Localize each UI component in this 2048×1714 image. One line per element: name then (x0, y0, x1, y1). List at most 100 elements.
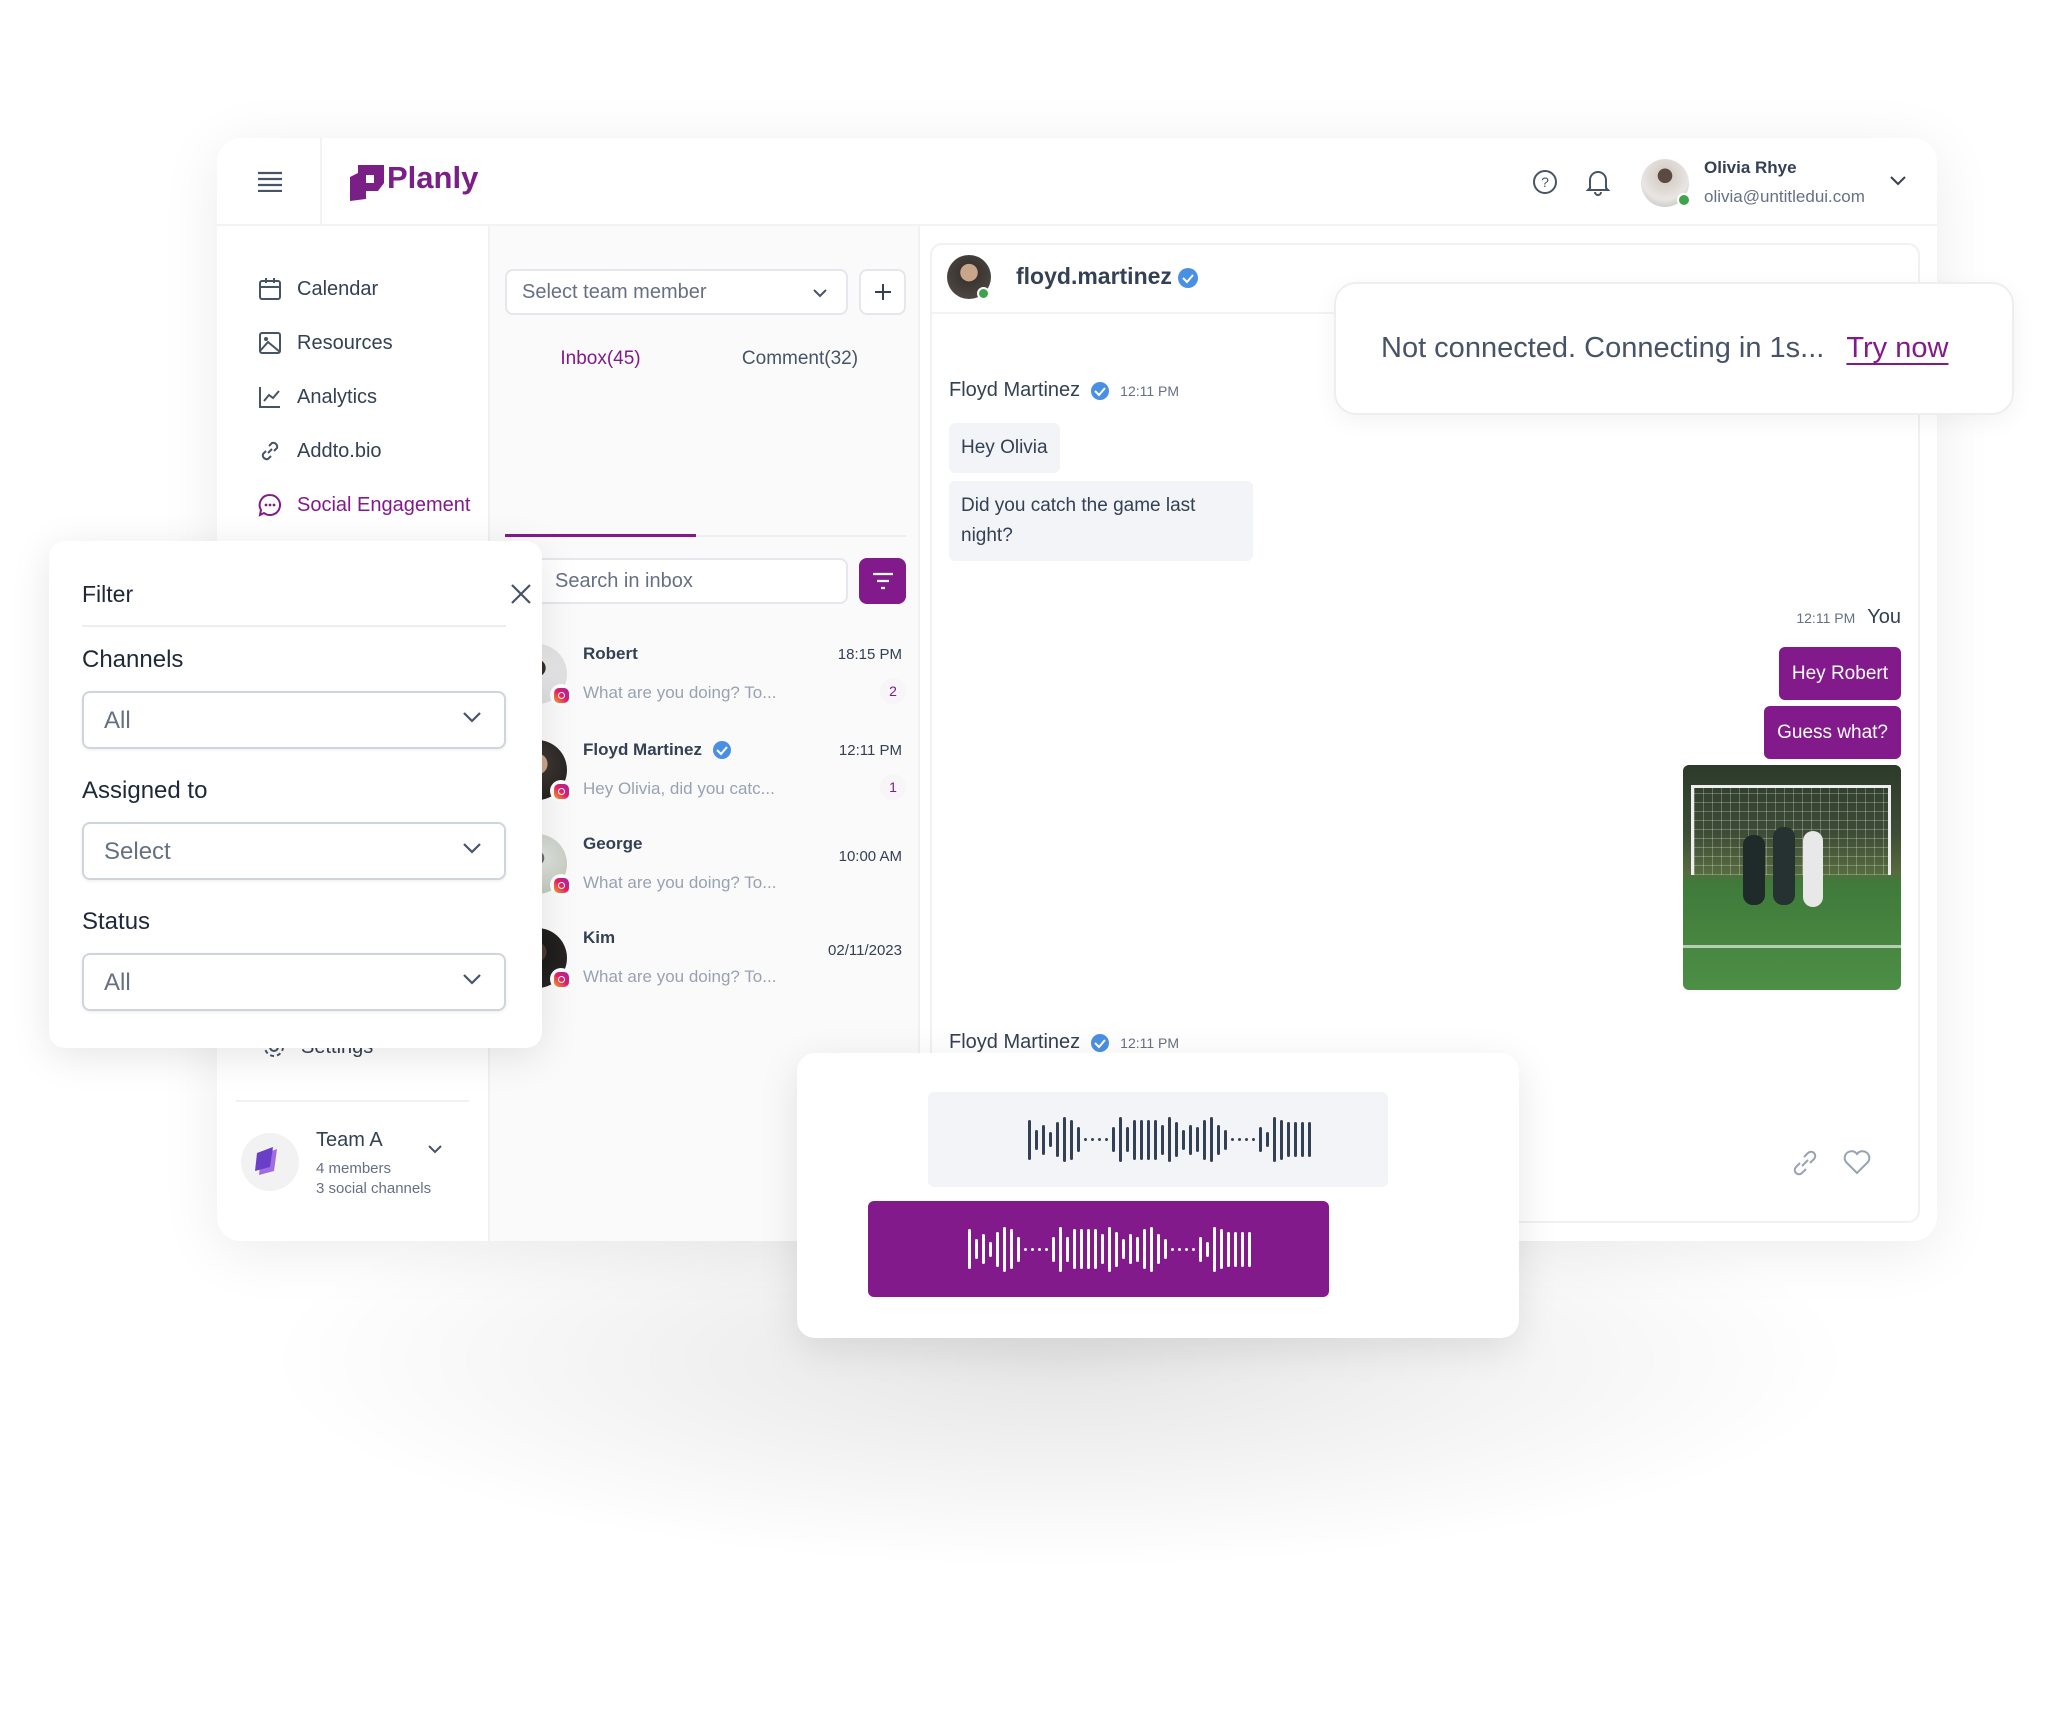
filter-button[interactable] (859, 558, 906, 604)
team-logo-icon (255, 1147, 277, 1175)
conversation-item[interactable]: George What are you doing? To... 10:00 A… (490, 834, 920, 916)
team-channels: 3 social channels (316, 1180, 432, 1197)
waveform-bar (1108, 1226, 1111, 1272)
chevron-down-icon (463, 974, 481, 985)
waveform-bar (1294, 1122, 1297, 1157)
instagram-icon (550, 968, 572, 990)
player (1743, 835, 1765, 905)
unread-badge: 2 (880, 678, 906, 704)
sidebar-item-resources[interactable]: Resources (257, 330, 393, 356)
sidebar-item-addto-bio[interactable]: Addto.bio (257, 438, 382, 464)
waveform-bar (1147, 1119, 1150, 1160)
toast-text: Not connected. Connecting in 1s... (1381, 332, 1825, 364)
sidebar-item-social-engagement[interactable]: Social Engagement (257, 492, 470, 518)
waveform-bar (1185, 1247, 1188, 1251)
waveform-bar (1087, 1229, 1090, 1269)
search-input[interactable]: Search in inbox (505, 558, 848, 604)
sidebar-item-label: Calendar (297, 277, 379, 300)
waveform-bar (1238, 1138, 1241, 1141)
waveform-bar (1178, 1247, 1181, 1251)
logo-text[interactable]: Planly (387, 160, 478, 196)
try-now-link[interactable]: Try now (1846, 332, 1948, 364)
waveform-bar (1042, 1124, 1045, 1155)
sidebar-item-analytics[interactable]: Analytics (257, 384, 377, 410)
sidebar-item-calendar[interactable]: Calendar (257, 276, 378, 302)
waveform-bar (1077, 1127, 1080, 1152)
status-select[interactable]: All (82, 953, 506, 1011)
bell-icon[interactable] (1585, 168, 1611, 196)
user-email: olivia@untitledui.com (1704, 187, 1865, 206)
sidebar-item-label: Resources (297, 331, 393, 354)
waveform-bar (1024, 1247, 1027, 1251)
chevron-down-icon[interactable] (1889, 175, 1907, 187)
channels-select[interactable]: All (82, 691, 506, 749)
waveform (1028, 1092, 1311, 1187)
connection-toast: Not connected. Connecting in 1s... Try n… (1334, 282, 2014, 415)
add-button[interactable] (859, 269, 906, 315)
waveform-bar (975, 1239, 978, 1259)
conversation-item[interactable]: Floyd Martinez Hey Olivia, did you catc.… (490, 740, 920, 822)
tab-comment[interactable]: Comment(32) (710, 348, 890, 370)
waveform-bar (1140, 1119, 1143, 1160)
team-name[interactable]: Team A (316, 1129, 383, 1152)
waveform-bar (1252, 1138, 1255, 1141)
waveform-bar (1056, 1122, 1059, 1157)
planly-logo-icon[interactable] (348, 163, 386, 201)
menu-icon[interactable] (257, 170, 283, 192)
tab-inbox[interactable]: Inbox(45) (505, 348, 696, 370)
message-bubble-outgoing: Guess what? (1764, 706, 1901, 759)
message-bubble: Hey Olivia (949, 423, 1060, 473)
sidebar-item-label: Analytics (297, 385, 378, 408)
chart-line-icon (259, 387, 280, 408)
player (1773, 827, 1795, 905)
waveform-bar (1189, 1124, 1192, 1155)
message-time: 12:11 PM (838, 742, 902, 759)
waveform-bar (1220, 1229, 1223, 1269)
message-preview: What are you doing? To... (583, 683, 777, 702)
field-line (1683, 945, 1901, 948)
verified-badge-icon (1091, 381, 1110, 400)
waveform-bar (996, 1231, 999, 1267)
chevron-down-icon (463, 843, 481, 854)
waveform-bar (1164, 1239, 1167, 1259)
team-member-select[interactable]: Select team member (505, 269, 848, 315)
message-bubble: Did you catch the game last night? (949, 481, 1253, 561)
waveform-bar (1045, 1247, 1048, 1251)
heart-icon[interactable] (1842, 1148, 1872, 1176)
waveform-bar (1203, 1119, 1206, 1160)
voice-messages-card (797, 1053, 1519, 1338)
waveform-bar (1241, 1231, 1244, 1267)
waveform-bar (1259, 1127, 1262, 1152)
waveform-bar (1063, 1117, 1066, 1162)
voice-message-outgoing[interactable] (868, 1201, 1329, 1297)
waveform-bar (1119, 1117, 1122, 1162)
active-tab-indicator (505, 534, 696, 537)
chevron-down-icon[interactable] (427, 1144, 443, 1154)
instagram-icon (550, 684, 572, 706)
assigned-to-select[interactable]: Select (82, 822, 506, 880)
link-icon[interactable] (1790, 1148, 1820, 1178)
message-image-soccer[interactable] (1683, 765, 1901, 990)
waveform-bar (1210, 1117, 1213, 1162)
top-bar: Planly ? Olivia Rhye olivia@untitledui.c… (217, 138, 1937, 226)
waveform-bar (989, 1241, 992, 1257)
team-avatar[interactable] (241, 1133, 299, 1191)
waveform-bar (1217, 1124, 1220, 1155)
waveform-bar (1161, 1124, 1164, 1155)
sidebar-item-label: Addto.bio (297, 439, 382, 462)
waveform-bar (1073, 1229, 1076, 1269)
search-placeholder: Search in inbox (555, 570, 693, 592)
waveform-bar (1206, 1241, 1209, 1257)
close-icon[interactable] (510, 583, 532, 605)
waveform-bar (1129, 1234, 1132, 1264)
user-name: Olivia Rhye (1704, 158, 1797, 177)
divider (236, 1100, 469, 1102)
conversation-item[interactable]: Robert What are you doing? To... 18:15 P… (490, 644, 920, 726)
voice-message-incoming[interactable] (928, 1092, 1388, 1187)
waveform-bar (1234, 1231, 1237, 1267)
help-icon[interactable]: ? (1532, 169, 1558, 195)
conversation-item[interactable]: Kim What are you doing? To... 02/11/2023 (490, 928, 920, 1010)
waveform-bar (1213, 1226, 1216, 1272)
online-status-dot (977, 287, 990, 300)
waveform-bar (1122, 1239, 1125, 1259)
